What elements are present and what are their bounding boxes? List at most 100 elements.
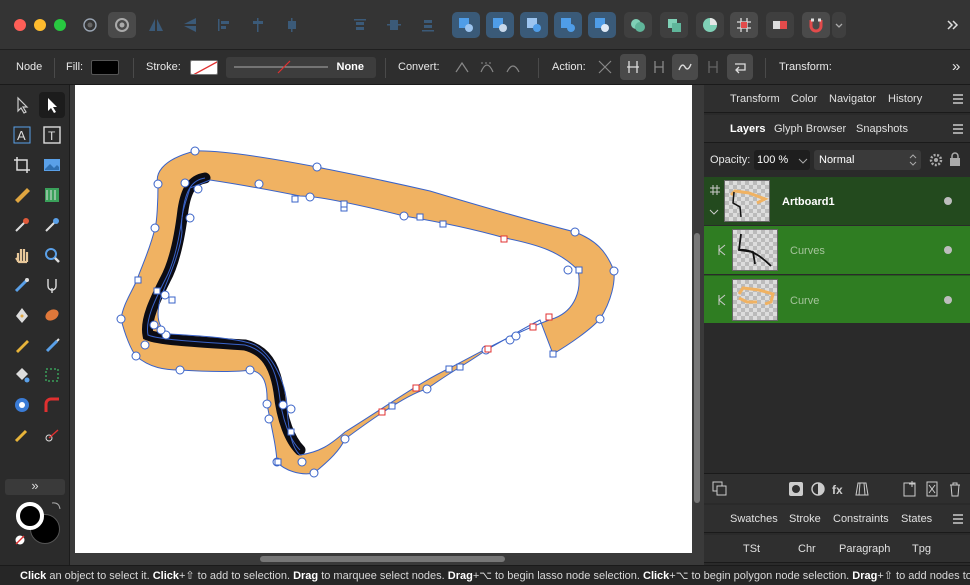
convert-sharp-icon[interactable] <box>449 54 475 80</box>
flip-h-icon[interactable] <box>142 12 170 38</box>
tab-transform[interactable]: Transform <box>730 93 780 105</box>
panel-menu-icon[interactable] <box>952 513 964 525</box>
horizontal-scrollbar[interactable] <box>260 556 505 562</box>
delete-layer-icon[interactable] <box>947 481 963 497</box>
tab-navigator[interactable]: Navigator <box>829 93 876 105</box>
tab-swatches[interactable]: Swatches <box>730 513 778 525</box>
tab-text-styles[interactable]: TSt <box>743 543 760 555</box>
maximize-window-button[interactable] <box>54 19 66 31</box>
color-picker-icon[interactable] <box>9 212 35 238</box>
opacity-field[interactable]: 100 % <box>754 150 810 170</box>
align-middle-icon[interactable] <box>380 12 408 38</box>
vector-crop-icon[interactable] <box>39 302 65 328</box>
lock-icon[interactable] <box>949 152 961 166</box>
tab-layers[interactable]: Layers <box>730 123 765 135</box>
zoom-tool-icon[interactable] <box>39 242 65 268</box>
minimize-window-button[interactable] <box>34 19 46 31</box>
layer-row-curve[interactable]: Curve <box>704 275 970 323</box>
settings-icon[interactable] <box>76 12 104 38</box>
pen-pencil-icon[interactable] <box>9 272 35 298</box>
vertical-scrollbar[interactable] <box>694 233 700 503</box>
reverse-curve-icon[interactable] <box>727 54 753 80</box>
join-nodes-icon[interactable] <box>700 54 726 80</box>
corner-tool-icon[interactable] <box>39 392 65 418</box>
close-curve-icon[interactable] <box>620 54 646 80</box>
align-top-icon[interactable] <box>346 12 374 38</box>
tab-character[interactable]: Chr <box>798 543 816 555</box>
adjustment-icon[interactable] <box>810 481 826 497</box>
layers-options-icon[interactable] <box>712 481 728 497</box>
boolean-add-icon[interactable] <box>452 12 480 38</box>
join-curves-icon[interactable] <box>672 54 698 80</box>
tab-glyph-browser[interactable]: Glyph Browser <box>774 123 846 135</box>
slice-tool-icon[interactable] <box>9 422 35 448</box>
boolean-xor-icon[interactable] <box>554 12 582 38</box>
convert-smart-icon[interactable] <box>500 54 526 80</box>
flip-v-icon[interactable] <box>176 12 204 38</box>
gradient-tool-icon[interactable] <box>39 182 65 208</box>
fill-tool-icon[interactable] <box>9 362 35 388</box>
tab-paragraph[interactable]: Paragraph <box>839 543 890 555</box>
pencil-tool-icon[interactable] <box>9 332 35 358</box>
visibility-dot[interactable] <box>944 296 952 304</box>
expand-chevron-icon[interactable] <box>709 207 719 217</box>
boolean-subtract-icon[interactable] <box>486 12 514 38</box>
stroke-swatch[interactable] <box>190 60 218 75</box>
close-window-button[interactable] <box>14 19 26 31</box>
frame-text-icon[interactable]: T <box>39 122 65 148</box>
shape-tool-icon[interactable] <box>9 392 35 418</box>
curve-drawing[interactable] <box>75 85 692 553</box>
add-layer-icon[interactable] <box>902 481 918 497</box>
tab-history[interactable]: History <box>888 93 922 105</box>
mask-layer-icon[interactable] <box>788 481 804 497</box>
toolbar-overflow-icon[interactable] <box>942 12 964 38</box>
align-center-icon[interactable] <box>244 12 272 38</box>
context-overflow-icon[interactable]: » <box>952 58 960 75</box>
boolean-divide-icon[interactable] <box>588 12 616 38</box>
view-tool-icon[interactable] <box>9 242 35 268</box>
measure-tool-icon[interactable] <box>9 182 35 208</box>
fill-swatch[interactable] <box>91 60 119 75</box>
paint-brush-icon[interactable] <box>39 332 65 358</box>
place-image-icon[interactable] <box>39 152 65 178</box>
fill-color-well[interactable] <box>16 502 44 530</box>
tab-typography[interactable]: Tpg <box>912 543 931 555</box>
pen-tool-icon[interactable] <box>9 302 35 328</box>
combine-icon[interactable] <box>660 12 688 38</box>
panel-menu-icon[interactable] <box>952 93 964 105</box>
distribute-icon[interactable] <box>278 12 306 38</box>
blend-mode-select[interactable]: Normal <box>814 150 921 170</box>
visibility-dot[interactable] <box>944 246 952 254</box>
tab-stroke[interactable]: Stroke <box>789 513 821 525</box>
align-bottom-icon[interactable] <box>414 12 442 38</box>
transparency-tool-icon[interactable] <box>39 362 65 388</box>
node-tool-icon[interactable] <box>39 92 65 118</box>
grid-icon[interactable] <box>730 12 758 38</box>
tab-states[interactable]: States <box>901 513 932 525</box>
node-handle-icon[interactable] <box>39 422 65 448</box>
swap-colors-icon[interactable] <box>50 500 62 512</box>
align-left-icon[interactable] <box>210 12 238 38</box>
stroke-style-dropdown[interactable]: None <box>226 57 376 78</box>
move-tool-icon[interactable] <box>9 92 35 118</box>
fill-picker-icon[interactable] <box>39 212 65 238</box>
group-layers-icon[interactable] <box>924 481 940 497</box>
break-curve-icon[interactable] <box>592 54 618 80</box>
brush-tool-icon[interactable] <box>39 272 65 298</box>
no-color-icon[interactable] <box>14 534 26 546</box>
fx-icon[interactable]: fx <box>832 481 848 497</box>
pie-icon[interactable] <box>696 12 724 38</box>
layer-row-artboard[interactable]: Artboard1 <box>704 177 970 225</box>
visibility-dot[interactable] <box>944 197 952 205</box>
tools-overflow-button[interactable]: » <box>5 479 65 495</box>
snapping-icon[interactable] <box>802 12 830 38</box>
layers-menu-icon[interactable] <box>952 123 964 135</box>
artistic-text-icon[interactable]: A <box>9 122 35 148</box>
fill-stroke-swatches[interactable] <box>14 500 64 548</box>
tab-snapshots[interactable]: Snapshots <box>856 123 908 135</box>
layer-row-curves[interactable]: Curves <box>704 226 970 274</box>
persona-icon[interactable] <box>108 12 136 38</box>
layer-settings-gear-icon[interactable] <box>929 153 943 167</box>
tab-constraints[interactable]: Constraints <box>833 513 889 525</box>
convert-smooth-icon[interactable] <box>474 54 500 80</box>
